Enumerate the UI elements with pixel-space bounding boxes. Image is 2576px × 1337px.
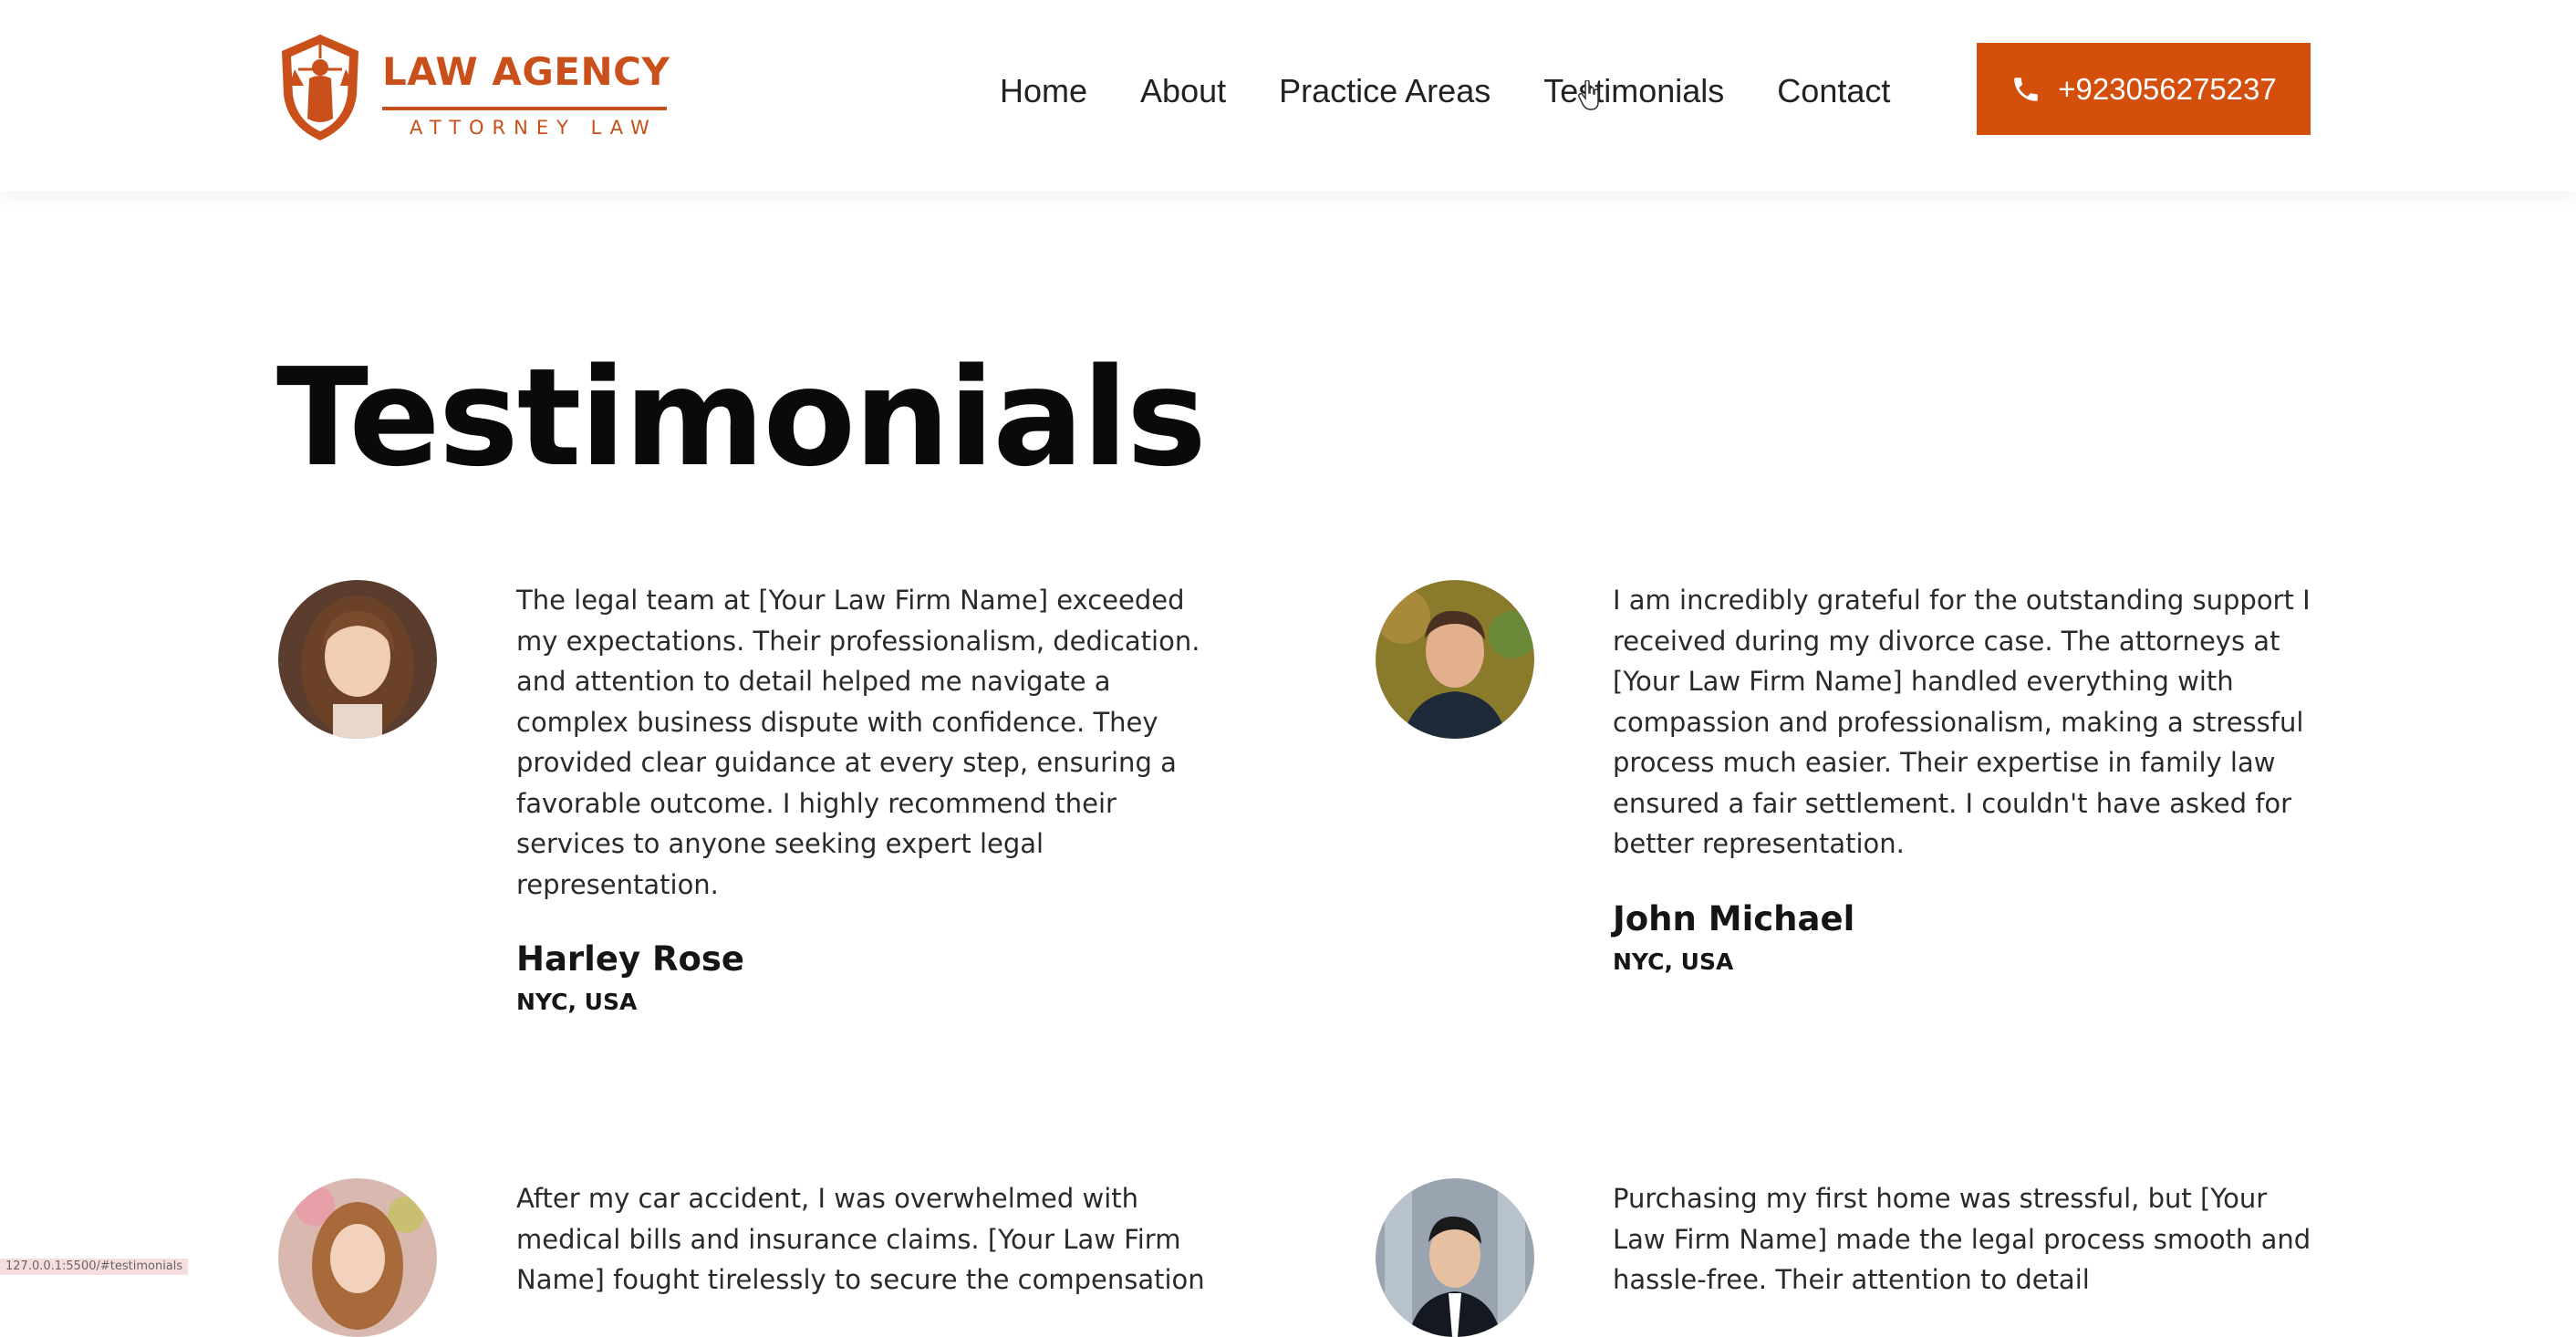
author-location: NYC, USA	[1613, 948, 1734, 975]
brand-logo[interactable]: LAW AGENCY ATTORNEY LAW	[276, 31, 670, 142]
brand-subtitle: ATTORNEY LAW	[410, 117, 658, 139]
status-bar-url: 127.0.0.1:5500/#testimonials	[0, 1259, 189, 1275]
testimonial-quote: The legal team at [Your Law Firm Name] e…	[516, 585, 1200, 900]
phone-button[interactable]: +923056275237	[1977, 43, 2311, 135]
nav-home[interactable]: Home	[1000, 72, 1087, 110]
brand-divider	[382, 107, 667, 110]
nav-about[interactable]: About	[1140, 72, 1226, 110]
author-name: John Michael	[1613, 899, 1855, 938]
main-nav: Home About Practice Areas Testimonials C…	[1000, 69, 1890, 113]
client-photo-fourth	[1376, 1178, 1534, 1337]
testimonial-quote: I am incredibly grateful for the outstan…	[1613, 585, 2311, 859]
testimonial-quote: After my car accident, I was overwhelmed…	[516, 1183, 1205, 1295]
nav-contact[interactable]: Contact	[1777, 72, 1890, 110]
client-photo-john	[1376, 580, 1534, 739]
client-photo-harley	[278, 580, 437, 739]
author-location: NYC, USA	[516, 989, 638, 1015]
avatar	[278, 580, 437, 739]
site-header: LAW AGENCY ATTORNEY LAW Home About Pract…	[0, 0, 2576, 192]
avatar	[1376, 1178, 1534, 1337]
hand-cursor-icon	[1578, 80, 1599, 110]
author-name: Harley Rose	[516, 939, 744, 979]
nav-testimonials[interactable]: Testimonials	[1543, 72, 1724, 110]
client-photo-third	[278, 1178, 437, 1337]
nav-practice-areas[interactable]: Practice Areas	[1279, 72, 1491, 110]
avatar	[278, 1178, 437, 1337]
phone-number: +923056275237	[2058, 71, 2277, 106]
phone-icon	[2014, 77, 2038, 101]
page-title: Testimonials	[276, 339, 1207, 497]
testimonial-quote: Purchasing my first home was stressful, …	[1613, 1183, 2311, 1295]
shield-emblem-icon	[282, 35, 358, 140]
brand-title: LAW AGENCY	[382, 49, 670, 94]
avatar	[1376, 580, 1534, 739]
